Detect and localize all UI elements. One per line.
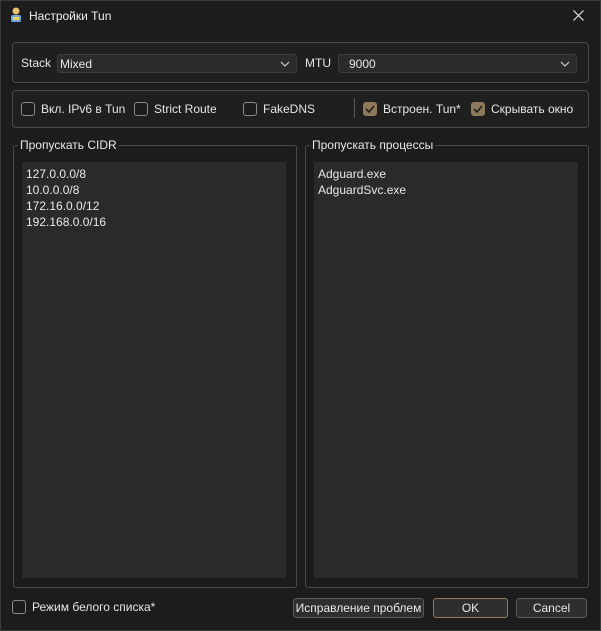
builtin-tun-checkbox[interactable]: Встроен. Tun*: [363, 102, 461, 116]
hide-window-checkbox[interactable]: Скрывать окно: [471, 102, 573, 116]
window-title: Настройки Tun: [29, 9, 112, 23]
chevron-down-icon: [280, 61, 290, 67]
ipv6-label: Вкл. IPv6 в Tun: [41, 102, 126, 116]
checkmark-icon: [473, 105, 483, 114]
close-button[interactable]: [560, 3, 596, 27]
fakedns-checkbox[interactable]: FakeDNS: [243, 102, 315, 116]
checkmark-icon: [365, 105, 375, 114]
whitelist-mode-box[interactable]: [12, 600, 26, 614]
fakedns-label: FakeDNS: [263, 102, 316, 116]
mtu-value: 9000: [349, 57, 376, 71]
troubleshoot-button[interactable]: Исправление проблем: [293, 598, 424, 618]
options-panel: Вкл. IPv6 в Tun Strict Route FakeDNS Вст…: [12, 90, 589, 128]
whitelist-mode-label: Режим белого списка*: [32, 600, 156, 614]
builtin-tun-label: Встроен. Tun*: [383, 102, 461, 116]
bypass-process-title: Пропускать процессы: [310, 138, 436, 152]
whitelist-mode-checkbox[interactable]: Режим белого списка*: [12, 600, 155, 614]
ipv6-box[interactable]: [21, 102, 35, 116]
stack-label: Stack: [21, 56, 52, 70]
mtu-select[interactable]: 9000: [338, 54, 577, 73]
strict-route-label: Strict Route: [154, 102, 217, 116]
strict-route-box[interactable]: [134, 102, 148, 116]
fakedns-box[interactable]: [243, 102, 257, 116]
options-divider: [354, 98, 355, 118]
bypass-cidr-textarea[interactable]: 127.0.0.0/8 10.0.0.0/8 172.16.0.0/12 192…: [22, 162, 286, 578]
ok-button[interactable]: OK: [433, 598, 508, 618]
stack-mtu-panel: Stack Mixed MTU 9000: [12, 42, 589, 83]
bypass-process-textarea[interactable]: Adguard.exe AdguardSvc.exe: [314, 162, 578, 578]
strict-route-checkbox[interactable]: Strict Route: [134, 102, 217, 116]
cidr-line: 192.168.0.0/16: [26, 215, 107, 229]
hide-window-label: Скрывать окно: [491, 102, 574, 116]
builtin-tun-box[interactable]: [363, 102, 377, 116]
cancel-button[interactable]: Cancel: [516, 598, 587, 618]
stack-select[interactable]: Mixed: [57, 54, 297, 73]
chevron-down-icon: [560, 61, 570, 67]
stack-value: Mixed: [60, 57, 93, 71]
settings-dialog: Настройки Tun Stack Mixed MTU 9000 Вкл. …: [0, 0, 601, 631]
close-icon: [572, 9, 584, 21]
app-icon: [9, 6, 23, 24]
bypass-cidr-group: Пропускать CIDR 127.0.0.0/8 10.0.0.0/8 1…: [13, 138, 297, 588]
cidr-line: 10.0.0.0/8: [26, 183, 80, 197]
hide-window-box[interactable]: [471, 102, 485, 116]
mtu-label: MTU: [305, 56, 331, 70]
process-line: AdguardSvc.exe: [318, 183, 407, 197]
bypass-process-group: Пропускать процессы Adguard.exe AdguardS…: [305, 138, 589, 588]
title-bar: Настройки Tun: [1, 1, 600, 31]
ipv6-checkbox[interactable]: Вкл. IPv6 в Tun: [21, 102, 125, 116]
process-line: Adguard.exe: [318, 167, 387, 181]
cidr-line: 172.16.0.0/12: [26, 199, 100, 213]
bypass-cidr-title: Пропускать CIDR: [18, 138, 119, 152]
cidr-line: 127.0.0.0/8: [26, 167, 87, 181]
